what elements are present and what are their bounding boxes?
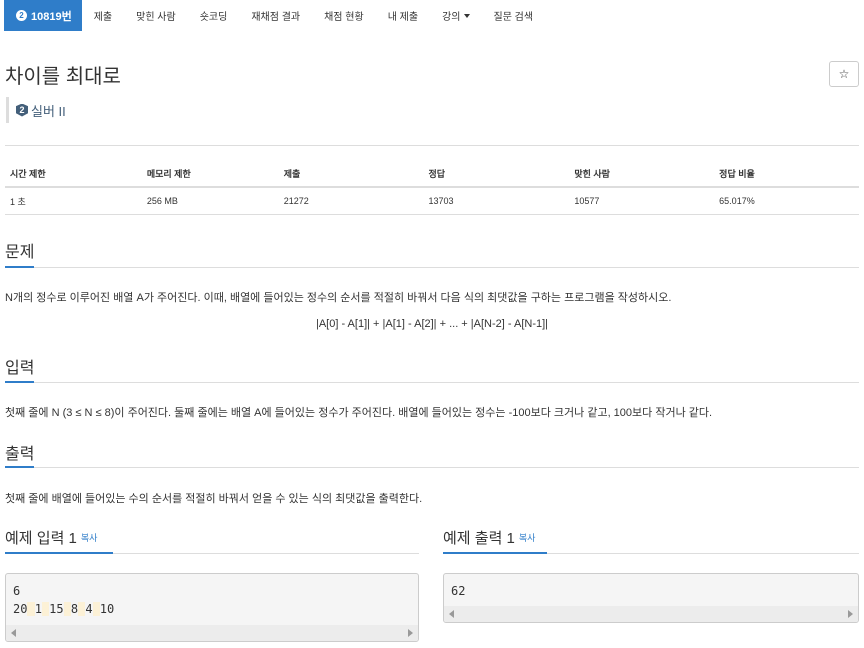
example-input-heading: 예제 입력 1 복사 (5, 527, 97, 548)
info-header-accepted: 정답 (428, 168, 446, 179)
input-number: 4 (85, 602, 93, 616)
output-heading: 출력 (5, 446, 35, 463)
heading-accent (5, 266, 34, 268)
tab-status[interactable]: 채점 현황 (312, 0, 376, 31)
tier-label: 실버 II (31, 103, 66, 119)
tier-badge-icon: 2 (16, 10, 27, 21)
tab-my-submissions[interactable]: 내 제출 (376, 0, 430, 31)
info-header-solvers: 맞힌 사람 (574, 168, 610, 179)
problem-heading: 문제 (5, 244, 35, 261)
input-number: 20 (13, 602, 28, 616)
output-description: 첫째 줄에 배열에 들어있는 수의 순서를 적절히 바꿔서 얻을 수 있는 식의… (5, 493, 423, 505)
caret-down-icon (463, 13, 470, 18)
scroll-right-icon[interactable] (408, 629, 413, 637)
horizontal-scrollbar[interactable] (6, 625, 418, 641)
silver-tier-icon: 2 (16, 103, 28, 117)
info-header-row: 시간 제한 메모리 제한 제출 정답 맞힌 사람 정답 비율 (5, 146, 859, 188)
info-header-time: 시간 제한 (10, 168, 46, 179)
info-header-ratio: 정답 비율 (719, 168, 755, 179)
tab-lectures-label: 강의 (442, 12, 461, 23)
heading-accent (5, 552, 113, 554)
problem-title: 차이를 최대로 (5, 66, 121, 88)
problem-formula: |A[0] - A[1]| + |A[1] - A[2]| + ... + |A… (315, 318, 549, 330)
input-heading-divider (5, 381, 859, 383)
example-output-box[interactable]: 62 (443, 573, 859, 623)
input-heading: 입력 (5, 360, 35, 377)
copy-output-link[interactable]: 복사 (519, 533, 536, 543)
favorite-star-button[interactable]: ☆ (829, 61, 859, 87)
input-number: 1 (34, 602, 42, 616)
example-output-heading: 예제 출력 1 복사 (443, 527, 535, 548)
input-number: 8 (70, 602, 79, 616)
problem-heading-divider (5, 266, 859, 268)
input-number: 10 (99, 602, 115, 616)
tier-label-block: 2 실버 II (6, 97, 66, 123)
copy-input-link[interactable]: 복사 (81, 533, 98, 543)
example-input-box[interactable]: 6 20 1 15 8 4 10 (5, 573, 419, 642)
heading-accent (5, 381, 34, 383)
info-value-ratio: 65.017% (719, 196, 755, 206)
tab-lectures[interactable]: 강의 (430, 0, 481, 31)
tab-question-search[interactable]: 질문 검색 (482, 0, 546, 31)
star-icon: ☆ (838, 67, 850, 81)
problem-description: N개의 정수로 이루어진 배열 A가 주어진다. 이때, 배열에 들어있는 정수… (5, 292, 672, 304)
info-value-row: 1 초 256 MB 21272 13703 10577 65.017% (5, 188, 859, 215)
heading-accent (5, 466, 34, 468)
tab-problem-label: 10819번 (31, 10, 72, 23)
example-output-title: 예제 출력 1 (443, 530, 515, 547)
example-input-divider (5, 552, 419, 554)
example-input-title: 예제 입력 1 (5, 530, 77, 547)
horizontal-scrollbar[interactable] (444, 606, 858, 622)
example-input-line-1: 6 (13, 584, 21, 598)
scroll-right-icon[interactable] (848, 610, 853, 618)
tab-submit[interactable]: 제출 (82, 0, 124, 31)
tab-problem[interactable]: 2 10819번 (4, 0, 82, 31)
input-number: 15 (49, 602, 64, 616)
tab-rejudge-results[interactable]: 재채점 결과 (239, 0, 312, 31)
example-output-divider (443, 552, 859, 554)
tab-short-coding[interactable]: 숏코딩 (188, 0, 240, 31)
tab-solvers[interactable]: 맞힌 사람 (124, 0, 188, 31)
scroll-left-icon[interactable] (449, 610, 454, 618)
heading-accent (443, 552, 547, 554)
info-value-accepted: 13703 (428, 196, 454, 206)
info-value-memory: 256 MB (146, 196, 178, 206)
info-header-memory: 메모리 제한 (146, 168, 191, 179)
problem-nav: 2 10819번 제출 맞힌 사람 숏코딩 재채점 결과 채점 현황 내 제출 … (4, 0, 545, 31)
info-value-time: 1 초 (10, 196, 26, 207)
info-value-solvers: 10577 (574, 196, 600, 206)
info-header-submissions: 제출 (283, 168, 301, 179)
example-input-line-2: 20 1 15 8 4 10 (13, 600, 411, 618)
scroll-left-icon[interactable] (11, 629, 16, 637)
output-heading-divider (5, 466, 859, 468)
info-value-submissions: 21272 (283, 196, 309, 206)
problem-info-table: 시간 제한 메모리 제한 제출 정답 맞힌 사람 정답 비율 1 초 256 M… (5, 145, 859, 215)
example-output-line-1: 62 (451, 584, 466, 598)
input-description: 첫째 줄에 N (3 ≤ N ≤ 8)이 주어진다. 둘째 줄에는 배열 A에 … (5, 407, 713, 419)
